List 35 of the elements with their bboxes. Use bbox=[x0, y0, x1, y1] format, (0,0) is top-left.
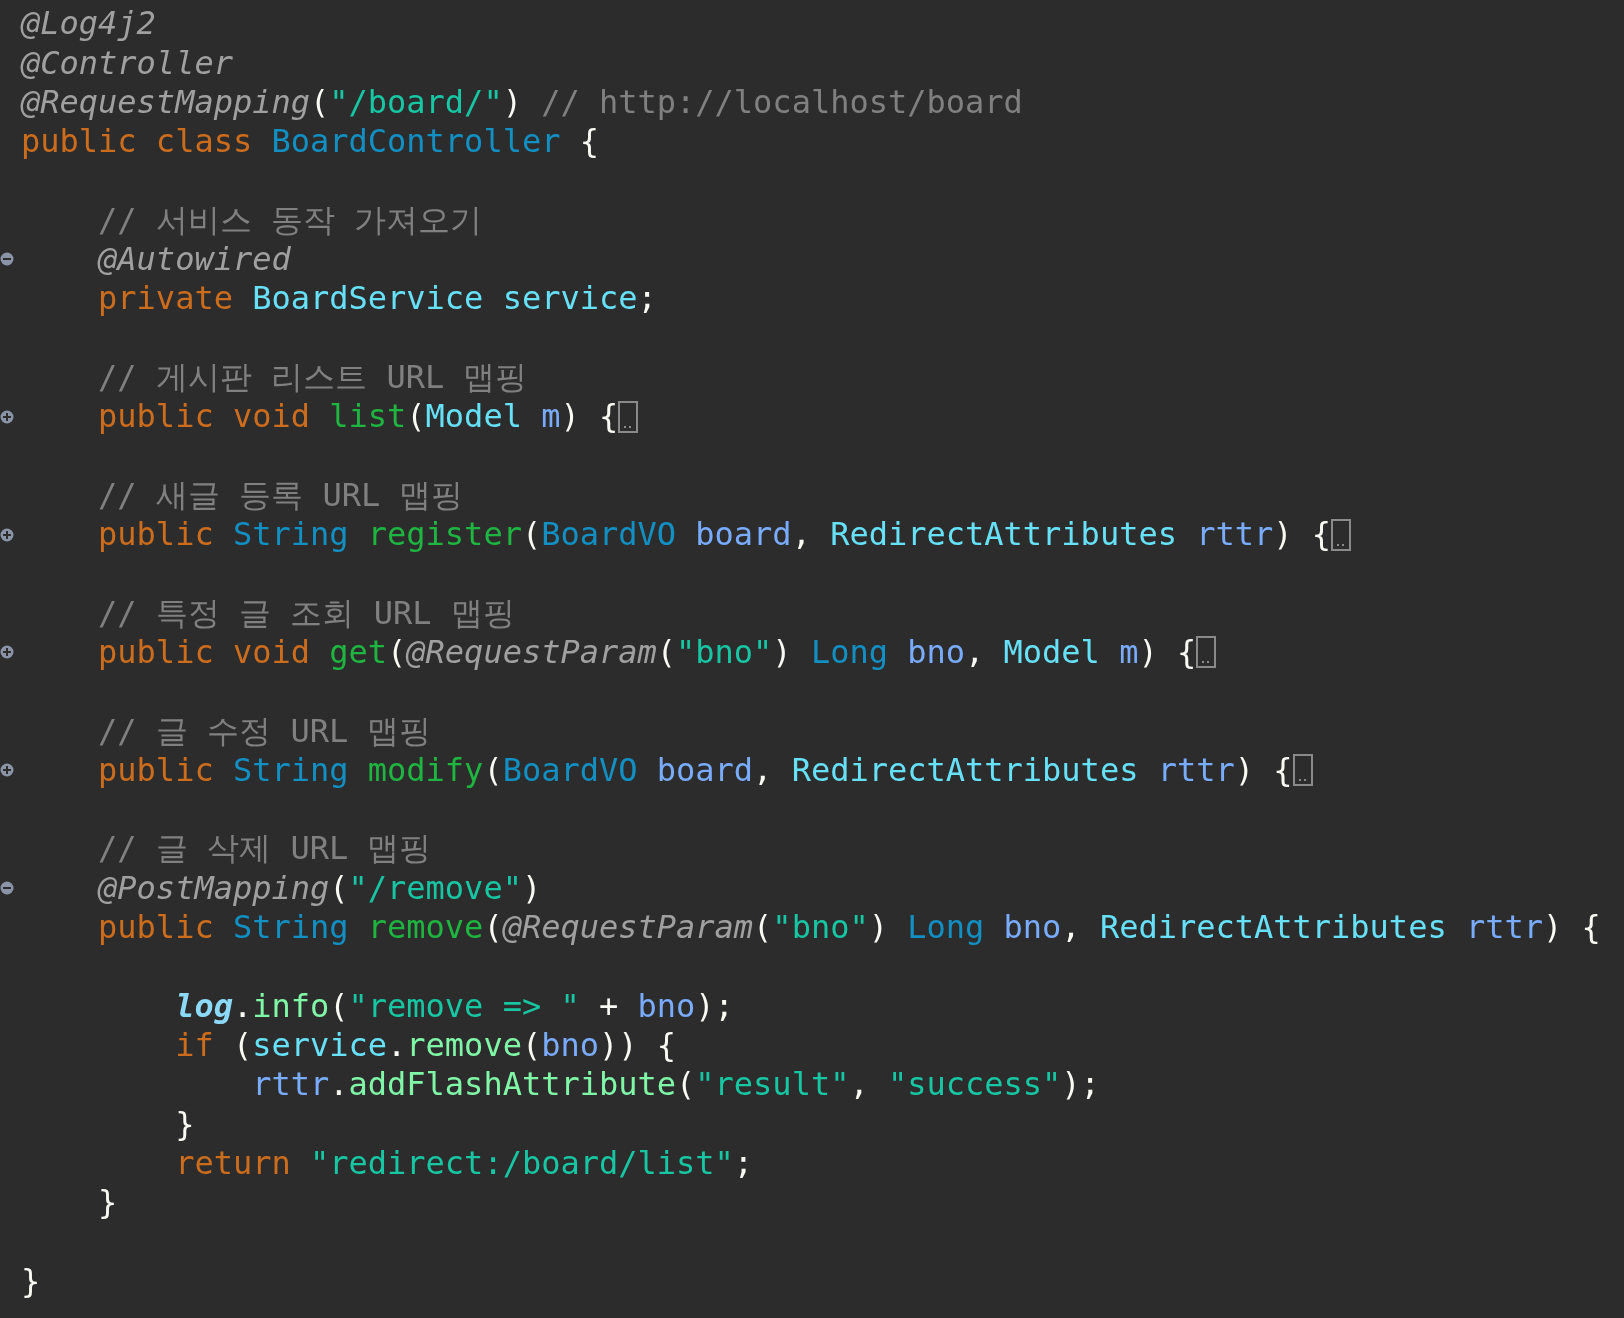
expand-icon[interactable] bbox=[0, 409, 14, 424]
folded-code-icon[interactable] bbox=[1292, 754, 1313, 787]
code-line: @Autowired bbox=[98, 241, 291, 278]
code-line: private BoardService service; bbox=[98, 280, 657, 318]
code-line: } bbox=[98, 1184, 118, 1221]
code-line: @Log4j2 bbox=[21, 5, 156, 43]
expand-icon[interactable] bbox=[0, 763, 14, 778]
code-line: @PostMapping("/remove") bbox=[98, 869, 542, 907]
code-line: public String modify(BoardVO board, RedirectAttributes rttr) { bbox=[98, 751, 1293, 789]
code-line: @Controller bbox=[21, 44, 233, 82]
code-line: } bbox=[175, 1105, 195, 1143]
code-line: // 게시판 리스트 URL 맵핑 bbox=[98, 358, 528, 396]
code-line: public void get(@RequestParam("bno") Long bno, Model m) { bbox=[98, 634, 1197, 671]
folded-code-icon[interactable] bbox=[1196, 636, 1217, 669]
code-line: public void list(Model m) { bbox=[98, 398, 619, 435]
code-line: @RequestMapping("/board/") // http://localhost/board bbox=[21, 83, 1023, 121]
collapse-icon[interactable] bbox=[0, 252, 14, 267]
code-line: } bbox=[21, 1262, 41, 1300]
folded-code-icon[interactable] bbox=[618, 400, 639, 433]
code-line: // 서비스 동작 가져오기 bbox=[98, 201, 483, 239]
code-line: log.info("remove => " + bno); bbox=[175, 987, 734, 1025]
code-line: return "redirect:/board/list"; bbox=[175, 1144, 754, 1182]
code-line: public String register(BoardVO board, RedirectAttributes rttr) { bbox=[98, 516, 1332, 553]
code-line: // 글 삭제 URL 맵핑 bbox=[98, 830, 432, 868]
code-line: // 글 수정 URL 맵핑 bbox=[98, 712, 432, 750]
code-line: if (service.remove(bno)) { bbox=[175, 1026, 677, 1064]
code-line: // 특정 글 조회 URL 맵핑 bbox=[98, 594, 515, 632]
code-line: rttr.addFlashAttribute("result", "success"); bbox=[252, 1066, 1100, 1104]
code-line: // 새글 등록 URL 맵핑 bbox=[98, 476, 464, 514]
code-line: public class BoardController { bbox=[21, 123, 599, 160]
code-line: public String remove(@RequestParam("bno") Long bno, RedirectAttributes rttr) { bbox=[98, 909, 1601, 946]
collapse-icon[interactable] bbox=[0, 881, 14, 896]
expand-icon[interactable] bbox=[0, 527, 14, 542]
expand-icon[interactable] bbox=[0, 645, 14, 660]
folded-code-icon[interactable] bbox=[1331, 518, 1352, 551]
